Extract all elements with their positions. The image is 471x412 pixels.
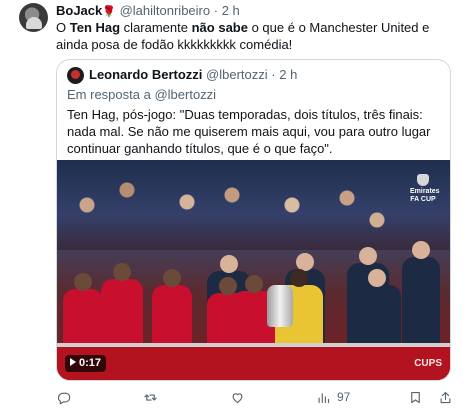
tweet-text-part: O xyxy=(56,20,70,35)
tweet-time[interactable]: 2 h xyxy=(222,3,240,18)
tweet-header: BoJack🌹 @lahiltonribeiro · 2 h xyxy=(56,3,240,20)
quoted-author-name: Leonardo Bertozzi xyxy=(89,67,203,82)
author-handle[interactable]: @lahiltonribeiro xyxy=(120,3,211,18)
share-icon xyxy=(440,391,451,403)
share-button[interactable] xyxy=(438,387,453,407)
tweet-text-bold: Ten Hag xyxy=(69,20,121,35)
reply-context: Em resposta a @lbertozzi xyxy=(67,87,216,103)
author-avatar[interactable] xyxy=(19,3,48,32)
tweet-actions: 97 xyxy=(56,387,461,407)
retweet-icon xyxy=(144,393,157,401)
quoted-header: Leonardo Bertozzi @lbertozzi · 2 h xyxy=(89,67,297,83)
quoted-tweet-time: 2 h xyxy=(279,67,298,82)
video-timecode: 0:17 xyxy=(65,355,107,372)
quoted-author-handle: @lbertozzi xyxy=(206,67,268,82)
reply-prefix: Em resposta a xyxy=(67,87,151,102)
play-icon xyxy=(70,358,76,366)
bookmark-button[interactable] xyxy=(408,387,423,407)
separator-dot: · xyxy=(271,67,276,82)
stadium-banner xyxy=(57,347,450,380)
reply-icon xyxy=(57,392,71,404)
tweet[interactable]: BoJack🌹 @lahiltonribeiro · 2 h O Ten Hag… xyxy=(0,0,471,412)
video-background-crowd xyxy=(57,160,450,250)
timecode-value: 0:17 xyxy=(79,357,102,369)
tweet-text-part: claramente xyxy=(120,20,192,35)
banner-text: CUPS xyxy=(414,358,442,369)
trophy-icon xyxy=(417,174,429,186)
video-player[interactable]: Emirates FA CUP 0:17 CUPS xyxy=(57,160,450,380)
tweet-text: O Ten Hag claramente não sabe o que é o … xyxy=(56,19,461,53)
fa-cup-logo-line: Emirates xyxy=(410,188,440,195)
author-name[interactable]: BoJack xyxy=(56,3,102,18)
fa-cup-logo-line: FA CUP xyxy=(410,196,436,203)
reply-button[interactable] xyxy=(56,387,77,407)
quoted-tweet[interactable]: Leonardo Bertozzi @lbertozzi · 2 h Em re… xyxy=(56,59,451,381)
fa-cup-logo: Emirates FA CUP xyxy=(410,174,440,206)
views-count: 97 xyxy=(337,390,351,404)
views-button[interactable]: 97 xyxy=(316,387,350,407)
separator-dot: · xyxy=(213,3,219,18)
views-icon xyxy=(318,392,330,403)
quoted-tweet-text: Ten Hag, pós-jogo: "Duas temporadas, doi… xyxy=(67,107,431,156)
tweet-text-bold: não sabe xyxy=(191,20,248,35)
retweet-button[interactable] xyxy=(143,387,164,407)
like-button[interactable] xyxy=(230,387,251,407)
rose-emoji: 🌹 xyxy=(102,6,116,18)
bookmark-icon xyxy=(411,391,420,403)
like-icon xyxy=(232,392,243,403)
quoted-author-avatar xyxy=(67,67,84,84)
reply-mention: @lbertozzi xyxy=(154,87,217,102)
trophy-cup xyxy=(267,285,293,327)
